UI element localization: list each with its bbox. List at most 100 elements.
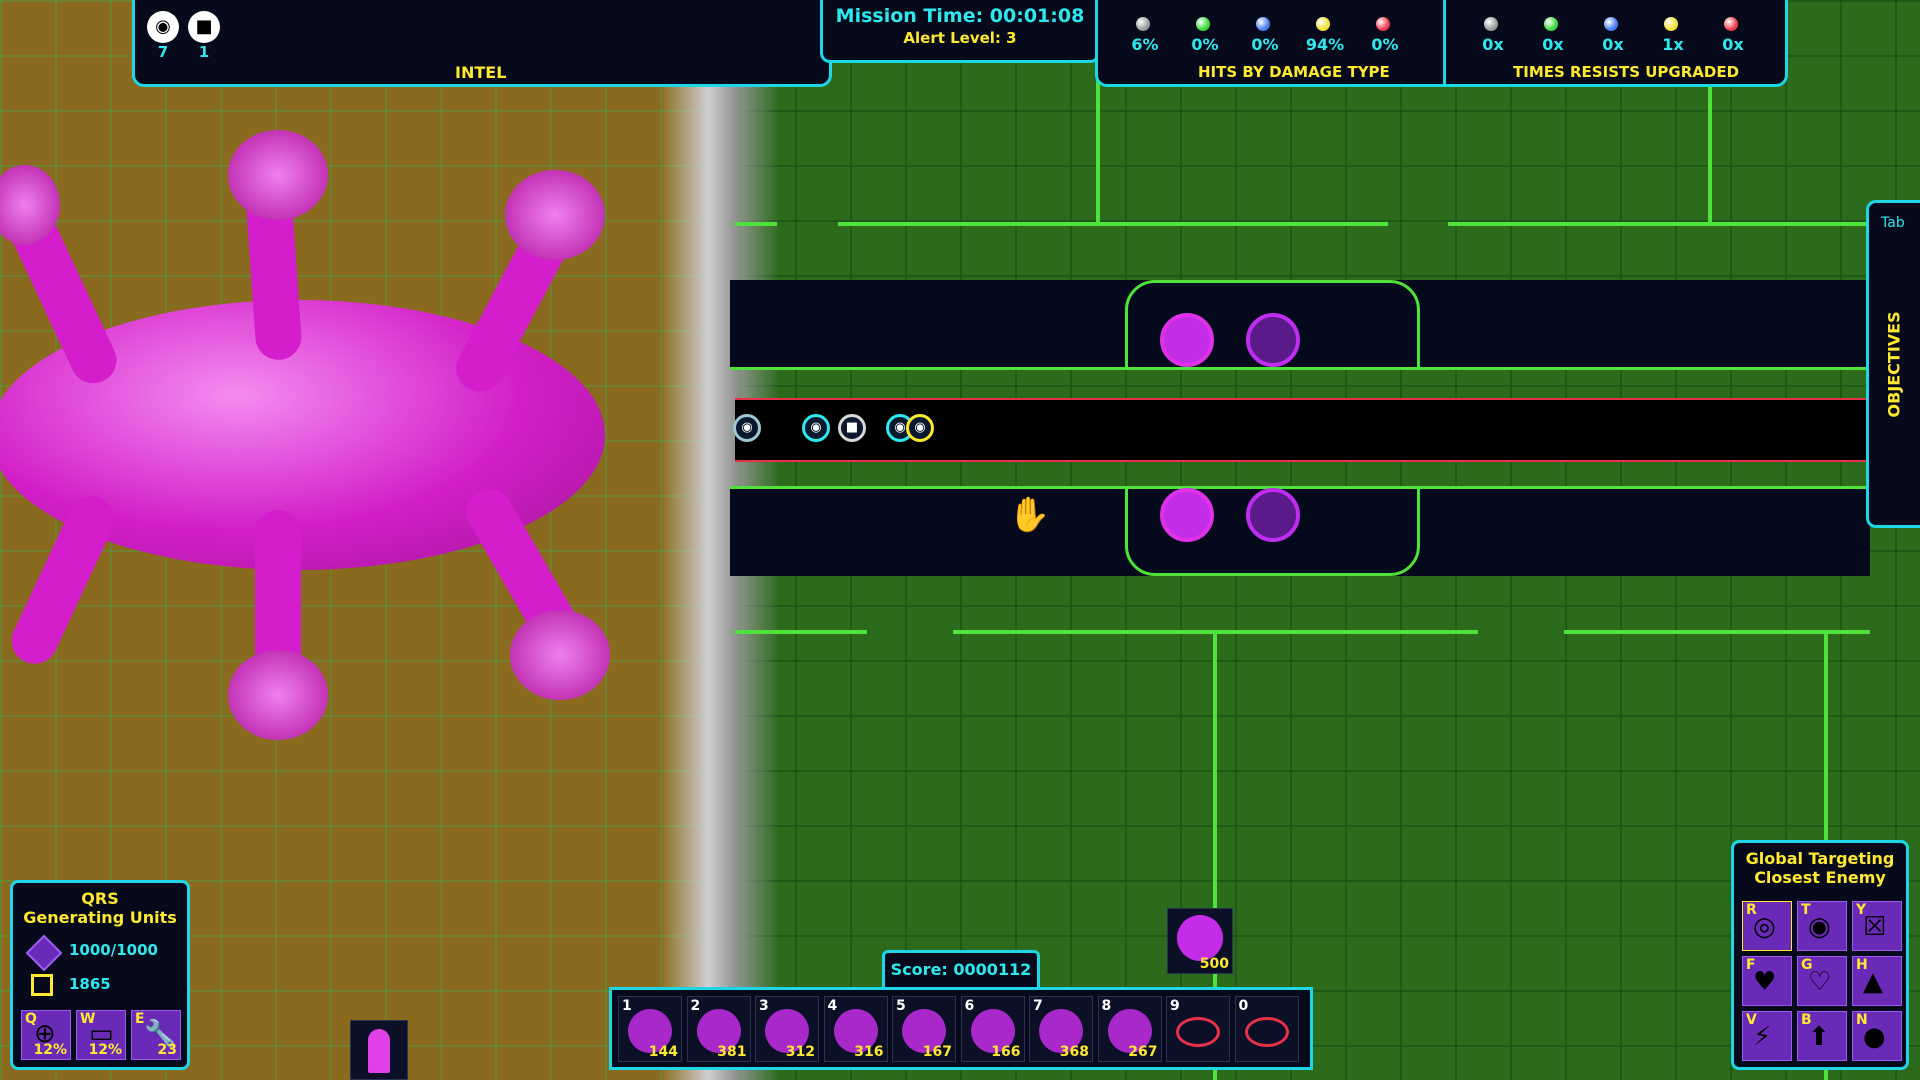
slot-cost: 167 [922, 1044, 952, 1060]
wall [1448, 222, 1868, 226]
targeting-g-button[interactable]: G ♡ [1797, 956, 1847, 1006]
enemy-unit[interactable]: ■ [838, 414, 866, 442]
locked-slot-icon [1244, 1017, 1289, 1047]
target-rings-icon: ◉ [1808, 912, 1831, 942]
build-slot-5[interactable]: 5 167 [892, 996, 956, 1062]
resists-color-dot [1664, 17, 1678, 31]
build-bar: 1 144 2 381 3 312 4 316 5 167 6 166 7 368 8 267 9 0 [609, 987, 1313, 1070]
resists-color-dot [1724, 17, 1738, 31]
hits-color-dot [1376, 17, 1390, 31]
bullet-icon: ▲ [1863, 967, 1883, 997]
slot-key: 9 [1170, 998, 1180, 1014]
slot-cost: 316 [854, 1044, 884, 1060]
hits-value: 0% [1191, 35, 1219, 54]
targeting-f-button[interactable]: F ♥ [1742, 956, 1792, 1006]
placed-tower[interactable] [1160, 313, 1214, 367]
build-slot-3[interactable]: 3 312 [755, 996, 819, 1062]
score-panel: Score: 0000112 [882, 950, 1040, 990]
slot-key: 3 [759, 998, 769, 1014]
build-slot-8[interactable]: 8 267 [1097, 996, 1162, 1062]
intel-label: INTEL [455, 63, 507, 82]
targeting-n-button[interactable]: N ● [1852, 1011, 1902, 1061]
helmet-unit-icon: ◉ [147, 11, 179, 43]
slot-cost: 312 [785, 1044, 815, 1060]
ability-value: 12% [88, 1042, 122, 1058]
build-slot-4[interactable]: 4 316 [823, 996, 888, 1062]
slot-cost: 267 [1128, 1044, 1158, 1060]
resists-color-dot [1604, 17, 1618, 31]
build-slot-2[interactable]: 2 381 [686, 996, 751, 1062]
slot-key: 2 [690, 998, 701, 1014]
targeting-mode: Closest Enemy [1754, 868, 1886, 887]
placed-tower[interactable] [1246, 488, 1300, 542]
resists-value: 0x [1482, 35, 1504, 54]
wall [1708, 80, 1712, 224]
resists-value: 1x [1662, 35, 1684, 54]
resists-color-dot [1484, 17, 1498, 31]
qrs-title: QRS [81, 889, 119, 908]
hits-value: 0% [1371, 35, 1399, 54]
enemy-unit[interactable]: ◉ [802, 414, 830, 442]
enemy-unit[interactable]: ◉ [906, 414, 934, 442]
targeting-h-button[interactable]: H ▲ [1852, 956, 1902, 1006]
ability-e-button[interactable]: E 🔧 23 [131, 1010, 181, 1060]
ability-w-button[interactable]: W ▭ 12% [76, 1010, 126, 1060]
ability-value: 23 [157, 1042, 177, 1058]
placed-tower[interactable] [1160, 488, 1214, 542]
wall [1096, 80, 1100, 224]
hits-color-dot [1316, 17, 1330, 31]
slot-key: 6 [964, 998, 975, 1014]
placed-tower[interactable] [1246, 313, 1300, 367]
hits-color-dot [1136, 17, 1150, 31]
build-slot-9[interactable]: 9 [1166, 996, 1230, 1062]
build-slot-6[interactable]: 6 166 [960, 996, 1025, 1062]
special-unit-slot[interactable]: 500 [1167, 908, 1233, 974]
wall [735, 630, 867, 634]
build-slot-0[interactable]: 0 [1234, 996, 1299, 1062]
mission-time: Mission Time: 00:01:08 [835, 5, 1085, 27]
targeting-r-button[interactable]: R ◎ [1742, 901, 1792, 951]
health-icon [25, 934, 63, 972]
build-slot-7[interactable]: 7 368 [1029, 996, 1093, 1062]
enemy-unit[interactable]: ◉ [733, 414, 761, 442]
lightning-icon: ⚡ [1753, 1022, 1772, 1052]
hits-value: 0% [1251, 35, 1279, 54]
arrow-up-icon: ⬆ [1808, 1022, 1830, 1052]
build-slot-1[interactable]: 1 144 [618, 996, 682, 1062]
qrs-status: Generating Units [23, 908, 177, 927]
slot-cost: 381 [717, 1044, 747, 1060]
targeting-v-button[interactable]: V ⚡ [1742, 1011, 1792, 1061]
resists-value: 0x [1602, 35, 1624, 54]
commander-icon [368, 1029, 390, 1073]
wall [838, 222, 1388, 226]
wall [735, 222, 777, 226]
slot-key: 4 [827, 998, 838, 1014]
slot-key: 7 [1033, 998, 1043, 1014]
commander-portrait[interactable] [350, 1020, 408, 1080]
ability-q-button[interactable]: Q ⊕ 12% [21, 1010, 71, 1060]
intel-panel: ◉ 7 ■ 1 INTEL [132, 0, 832, 87]
intel-unit-helmet[interactable]: ◉ 7 [147, 11, 179, 61]
resists-value: 0x [1722, 35, 1744, 54]
qrs-health: 1000/1000 [69, 941, 158, 959]
objectives-tab[interactable]: Tab OBJECTIVES [1866, 200, 1920, 528]
qrs-resources: 1865 [69, 975, 111, 993]
targeting-t-button[interactable]: T ◉ [1797, 901, 1847, 951]
score-value: Score: 0000112 [890, 960, 1032, 979]
hive-node [505, 170, 605, 260]
intel-unit-tank[interactable]: ■ 1 [188, 11, 220, 61]
tab-key-hint: Tab [1881, 215, 1905, 231]
intel-count: 1 [198, 43, 210, 61]
hive-node [228, 130, 328, 220]
slot-key: 8 [1101, 998, 1112, 1014]
hive-node [510, 610, 610, 700]
targeting-y-button[interactable]: Y ☒ [1852, 901, 1902, 951]
tank-unit-icon: ■ [188, 11, 220, 43]
target-ring-icon: ◎ [1753, 912, 1776, 942]
slot-key: 0 [1238, 998, 1249, 1014]
special-unit-cost: 500 [1199, 956, 1229, 972]
targeting-b-button[interactable]: B ⬆ [1797, 1011, 1847, 1061]
damage-stats-panel: HITS BY DAMAGE TYPE TIMES RESISTS UPGRAD… [1095, 0, 1788, 87]
resists-color-dot [1544, 17, 1558, 31]
resists-label: TIMES RESISTS UPGRADED [1513, 63, 1740, 81]
